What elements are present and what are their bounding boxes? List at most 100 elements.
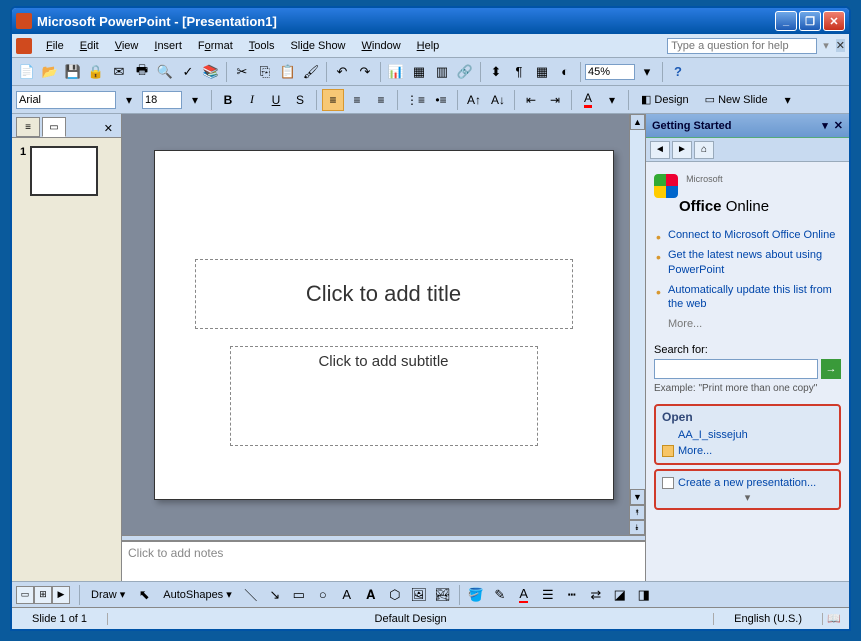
help-button[interactable]: ?: [667, 61, 689, 83]
normal-view-button[interactable]: ▭: [16, 586, 34, 604]
copy-button[interactable]: ⎘: [254, 61, 276, 83]
font-color-button[interactable]: A: [577, 89, 599, 111]
slide-thumbnail[interactable]: [30, 146, 98, 196]
shadow-button[interactable]: S: [289, 89, 311, 111]
outline-close-button[interactable]: ✕: [100, 120, 117, 137]
undo-button[interactable]: ↶: [331, 61, 353, 83]
link-update[interactable]: Automatically update this list from the …: [654, 280, 841, 315]
permission-button[interactable]: 🔒: [85, 61, 107, 83]
new-button[interactable]: 📄: [16, 61, 38, 83]
scroll-up-button[interactable]: ▲: [630, 114, 645, 130]
line-button[interactable]: ＼: [240, 584, 262, 606]
decrease-indent-button[interactable]: ⇤: [520, 89, 542, 111]
clipart-button[interactable]: 🖼: [408, 584, 430, 606]
outline-tab[interactable]: ≡: [16, 117, 40, 137]
search-go-button[interactable]: →: [821, 359, 841, 379]
close-button[interactable]: ✕: [823, 11, 845, 31]
menu-tools[interactable]: Tools: [241, 37, 283, 55]
next-slide-button[interactable]: ⯯: [629, 520, 645, 535]
sorter-view-button[interactable]: ⊞: [34, 586, 52, 604]
home-button[interactable]: ⌂: [694, 141, 714, 159]
italic-button[interactable]: I: [241, 89, 263, 111]
cut-button[interactable]: ✂: [231, 61, 253, 83]
vertical-scrollbar[interactable]: ▲ ▼: [629, 114, 645, 505]
select-objects-button[interactable]: ⬉: [133, 584, 155, 606]
link-more[interactable]: More...: [654, 314, 841, 338]
align-right-button[interactable]: ≡: [370, 89, 392, 111]
help-search-input[interactable]: [667, 38, 817, 54]
align-center-button[interactable]: ≡: [346, 89, 368, 111]
show-grid-button[interactable]: ▦: [531, 61, 553, 83]
slideshow-view-button[interactable]: ▶: [52, 586, 70, 604]
wordart-button[interactable]: 𝐀: [360, 584, 382, 606]
title-placeholder[interactable]: Click to add title: [195, 259, 573, 329]
print-button[interactable]: 🖶: [131, 61, 153, 83]
underline-button[interactable]: U: [265, 89, 287, 111]
autoshapes-menu[interactable]: AutoShapes ▾: [157, 588, 238, 601]
bullets-button[interactable]: •≡: [430, 89, 452, 111]
save-button[interactable]: 💾: [62, 61, 84, 83]
slides-tab[interactable]: ▭: [42, 117, 66, 137]
maximize-button[interactable]: ❐: [799, 11, 821, 31]
menu-help[interactable]: Help: [409, 37, 448, 55]
open-button[interactable]: 📂: [39, 61, 61, 83]
line-style-button[interactable]: ☰: [537, 584, 559, 606]
insert-table-button[interactable]: ▦: [408, 61, 430, 83]
font-select[interactable]: [16, 91, 116, 109]
expand-icon[interactable]: ▾: [662, 491, 833, 504]
menu-insert[interactable]: Insert: [146, 37, 190, 55]
search-input[interactable]: [654, 359, 818, 379]
increase-indent-button[interactable]: ⇥: [544, 89, 566, 111]
tables-borders-button[interactable]: ▥: [431, 61, 453, 83]
line-color-button[interactable]: ✎: [489, 584, 511, 606]
email-button[interactable]: ✉: [108, 61, 130, 83]
toolbar-options-button[interactable]: ▾: [777, 89, 799, 111]
thumbnail-row[interactable]: 1: [20, 146, 113, 196]
show-formatting-button[interactable]: ¶: [508, 61, 530, 83]
forward-button[interactable]: ►: [672, 141, 692, 159]
menu-window[interactable]: Window: [354, 37, 409, 55]
oval-button[interactable]: ○: [312, 584, 334, 606]
open-more-link[interactable]: More...: [662, 443, 833, 459]
format-painter-button[interactable]: 🖌: [300, 61, 322, 83]
bold-button[interactable]: B: [217, 89, 239, 111]
arrow-button[interactable]: ↘: [264, 584, 286, 606]
task-pane-dropdown[interactable]: ▾: [822, 119, 828, 132]
menu-slideshow[interactable]: Slide Show: [282, 37, 353, 55]
link-news[interactable]: Get the latest news about using PowerPoi…: [654, 245, 841, 280]
rectangle-button[interactable]: ▭: [288, 584, 310, 606]
font-size-select[interactable]: [142, 91, 182, 109]
doc-close-button[interactable]: ✕: [836, 39, 845, 52]
font-color-button-draw[interactable]: A: [513, 584, 535, 606]
minimize-button[interactable]: _: [775, 11, 797, 31]
recent-file-link[interactable]: AA_I_sissejuh: [662, 427, 833, 443]
subtitle-placeholder[interactable]: Click to add subtitle: [230, 346, 538, 446]
menu-edit[interactable]: Edit: [72, 37, 107, 55]
increase-font-button[interactable]: A↑: [463, 89, 485, 111]
color-grayscale-button[interactable]: ◐: [554, 61, 576, 83]
shadow-style-button[interactable]: ◪: [609, 584, 631, 606]
new-slide-button[interactable]: ▭ New Slide: [698, 89, 775, 111]
create-new-link[interactable]: Create a new presentation...: [662, 475, 833, 491]
numbering-button[interactable]: ⋮≡: [403, 89, 428, 111]
notes-pane[interactable]: Click to add notes: [122, 541, 645, 581]
expand-all-button[interactable]: ⬍: [485, 61, 507, 83]
zoom-input[interactable]: [585, 64, 635, 80]
font-dropdown[interactable]: ▾: [118, 89, 140, 111]
fill-color-button[interactable]: 🪣: [465, 584, 487, 606]
spelling-status-icon[interactable]: 📖: [827, 612, 845, 626]
insert-hyperlink-button[interactable]: 🔗: [454, 61, 476, 83]
help-dropdown-icon[interactable]: ▾: [820, 40, 832, 52]
menu-format[interactable]: Format: [190, 37, 241, 55]
link-connect[interactable]: Connect to Microsoft Office Online: [654, 225, 841, 245]
zoom-dropdown[interactable]: ▾: [636, 61, 658, 83]
textbox-button[interactable]: A: [336, 584, 358, 606]
font-color-dropdown[interactable]: ▾: [601, 89, 623, 111]
print-preview-button[interactable]: 🔍: [154, 61, 176, 83]
status-language[interactable]: English (U.S.): [714, 613, 823, 625]
menu-view[interactable]: View: [107, 37, 147, 55]
task-pane-close-button[interactable]: ✕: [834, 119, 843, 132]
research-button[interactable]: 📚: [200, 61, 222, 83]
dash-style-button[interactable]: ┅: [561, 584, 583, 606]
arrow-style-button[interactable]: ⇄: [585, 584, 607, 606]
